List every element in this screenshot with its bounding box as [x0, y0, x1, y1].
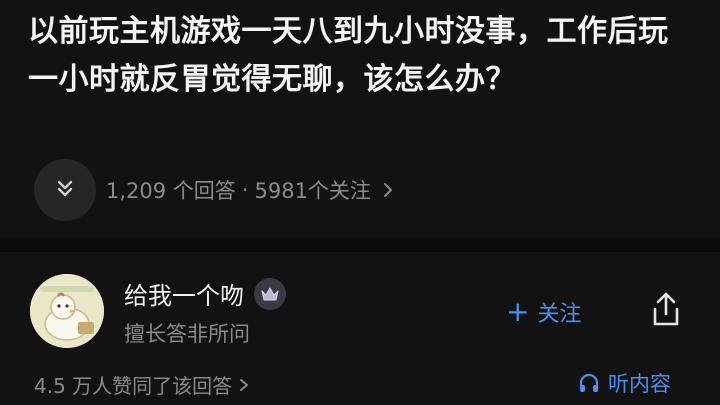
headphones-icon [578, 372, 600, 394]
chevron-double-down-icon [54, 177, 76, 203]
follower-count: 5981个关注 [254, 179, 371, 203]
section-divider [0, 238, 720, 252]
meta-stats[interactable]: 1,209 个回答 · 5981个关注 [106, 175, 395, 205]
crown-icon[interactable] [254, 277, 286, 310]
question-meta: 1,209 个回答 · 5981个关注 [34, 159, 395, 221]
meta-separator: · [241, 178, 249, 202]
follow-button[interactable]: + 关注 [506, 292, 581, 332]
collapse-button[interactable] [34, 159, 96, 221]
answer-count: 1,209 个回答 [106, 179, 236, 203]
author-name[interactable]: 给我一个吻 [124, 276, 244, 311]
follow-label: 关注 [537, 302, 582, 327]
share-icon [648, 289, 684, 333]
author-bio: 擅长答非所问 [124, 322, 250, 346]
answer-page: 以前玩主机游戏一天八到九小时没事，工作后玩一小时就反胃觉得无聊，该怎么办？ 1,… [0, 0, 720, 405]
question-title[interactable]: 以前玩主机游戏一天八到九小时没事，工作后玩一小时就反胃觉得无聊，该怎么办？ [28, 8, 698, 104]
share-button[interactable] [644, 286, 688, 336]
author-name-row: 给我一个吻 [124, 276, 286, 311]
avatar[interactable] [30, 274, 104, 348]
likes-text: 4.5 万人赞同了该回答 [34, 374, 233, 398]
chevron-right-icon [381, 181, 395, 199]
likes-summary[interactable]: 4.5 万人赞同了该回答 [34, 370, 250, 399]
listen-label: 听内容 [608, 372, 671, 396]
author-card: 给我一个吻 擅长答非所问 + 关注 [30, 268, 700, 354]
listen-button[interactable]: 听内容 [578, 368, 671, 398]
plus-icon: + [506, 295, 530, 328]
chevron-right-icon [238, 377, 250, 393]
